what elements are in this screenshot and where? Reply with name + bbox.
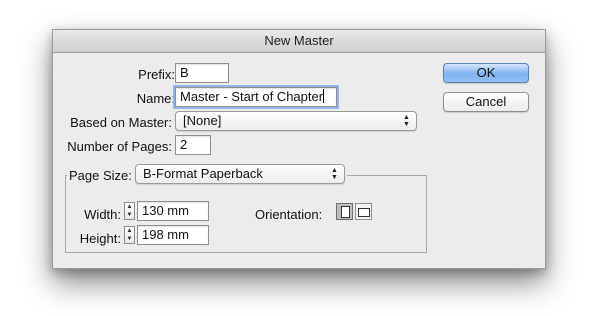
prefix-field[interactable]: B bbox=[175, 63, 229, 83]
page-size-label: Page Size: bbox=[69, 168, 132, 183]
height-stepper-icon[interactable]: ▲ ▼ bbox=[124, 226, 135, 244]
orientation-label: Orientation: bbox=[255, 207, 323, 222]
based-on-master-label: Based on Master: bbox=[70, 115, 172, 130]
number-of-pages-field[interactable]: 2 bbox=[175, 135, 211, 155]
page-size-select[interactable]: B-Format Paperback ▲ ▼ bbox=[135, 164, 345, 184]
height-value: 198 mm bbox=[142, 227, 189, 242]
page-size-value: B-Format Paperback bbox=[143, 166, 263, 181]
prefix-label: Prefix: bbox=[138, 67, 175, 82]
name-field[interactable]: Master - Start of Chapter bbox=[173, 85, 339, 109]
based-on-master-value: [None] bbox=[183, 113, 222, 128]
number-of-pages-label: Number of Pages: bbox=[67, 139, 172, 154]
name-label: Name: bbox=[136, 91, 175, 106]
up-down-arrows-icon: ▲ ▼ bbox=[331, 167, 338, 181]
prefix-value: B bbox=[180, 65, 189, 80]
width-label: Width: bbox=[84, 207, 121, 222]
landscape-icon[interactable] bbox=[355, 203, 372, 220]
based-on-master-select[interactable]: [None] ▲ ▼ bbox=[175, 111, 417, 131]
width-value: 130 mm bbox=[142, 203, 189, 218]
height-field[interactable]: 198 mm bbox=[137, 225, 209, 245]
width-stepper-icon[interactable]: ▲ ▼ bbox=[124, 202, 135, 220]
height-label: Height: bbox=[79, 231, 121, 246]
dialog-title: New Master bbox=[53, 30, 545, 53]
cancel-button[interactable]: Cancel bbox=[443, 92, 529, 112]
up-down-arrows-icon: ▲ ▼ bbox=[403, 114, 410, 128]
name-value: Master - Start of Chapter bbox=[180, 89, 324, 104]
portrait-icon[interactable] bbox=[336, 203, 353, 220]
number-of-pages-value: 2 bbox=[180, 137, 188, 152]
new-master-dialog: New Master Prefix: B Name: Master - Star… bbox=[52, 29, 546, 269]
width-field[interactable]: 130 mm bbox=[137, 201, 209, 221]
ok-button[interactable]: OK bbox=[443, 63, 529, 83]
text-caret bbox=[323, 89, 325, 103]
